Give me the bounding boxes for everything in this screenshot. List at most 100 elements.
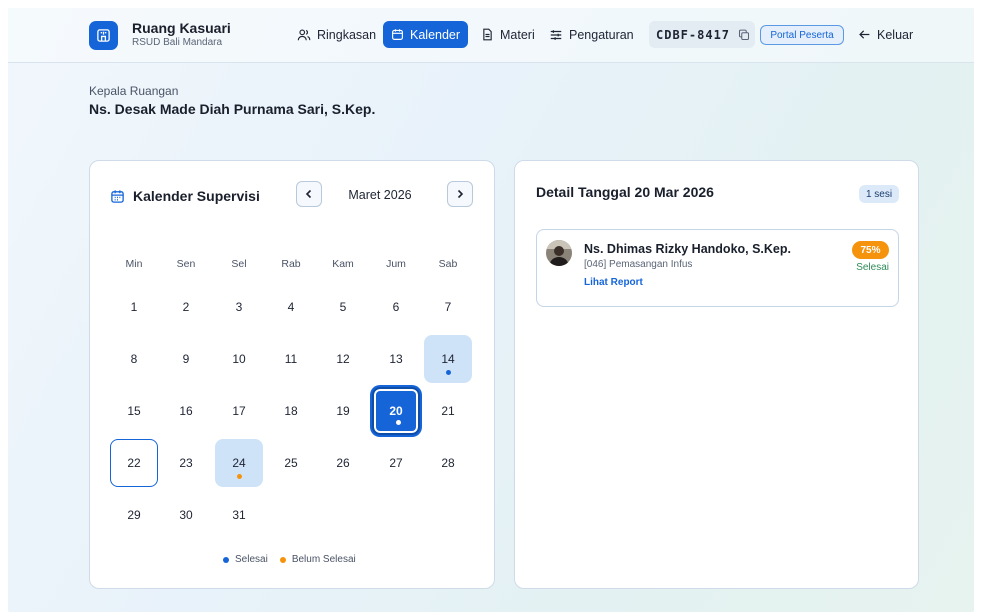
calendar-day-number: 21 xyxy=(441,404,455,418)
calendar-day[interactable]: 28 xyxy=(424,439,472,487)
weekday-label: Sel xyxy=(231,258,247,270)
calendar-title: Kalender Supervisi xyxy=(110,186,260,206)
calendar-day-number: 30 xyxy=(179,508,193,522)
calendar-day[interactable]: 18 xyxy=(267,387,315,435)
nav-materi-label: Materi xyxy=(500,27,535,42)
calendar-day-number: 14 xyxy=(441,352,455,366)
calendar-day[interactable]: 3 xyxy=(215,283,263,331)
calendar-day-number: 29 xyxy=(127,508,141,522)
calendar-day[interactable]: 9 xyxy=(162,335,210,383)
calendar-day-number: 2 xyxy=(182,300,190,314)
sliders-icon xyxy=(550,29,562,40)
users-icon xyxy=(297,29,311,40)
calendar-day[interactable]: 29 xyxy=(110,491,158,539)
calendar-day-number: 15 xyxy=(127,404,141,418)
chevron-right-icon xyxy=(457,189,464,199)
prev-month-button[interactable] xyxy=(296,181,322,207)
nav-pengaturan-label: Pengaturan xyxy=(569,27,634,42)
calendar-day[interactable]: 1 xyxy=(110,283,158,331)
app-frame: Ruang Kasuari RSUD Bali Mandara Ringkasa… xyxy=(8,8,974,612)
weekday-label: Kam xyxy=(332,258,354,270)
copy-icon[interactable] xyxy=(738,29,750,41)
weekday-label: Sab xyxy=(438,258,458,270)
calendar-day[interactable]: 22 xyxy=(110,439,158,487)
document-icon xyxy=(483,28,492,41)
session-count-badge: 1 sesi xyxy=(859,185,899,203)
calendar-day[interactable]: 4 xyxy=(267,283,315,331)
calendar-day-number: 31 xyxy=(232,508,246,522)
month-label: Maret 2026 xyxy=(348,188,412,202)
nav-ringkasan-label: Ringkasan xyxy=(317,27,377,42)
calendar-day-number: 22 xyxy=(127,456,141,470)
session-score-badge: 75% xyxy=(852,241,889,259)
view-report-link[interactable]: Lihat Report xyxy=(584,277,643,288)
legend-dot-selesai xyxy=(223,556,229,563)
portal-peserta-button[interactable]: Portal Peserta xyxy=(760,25,844,45)
head-role-label: Kepala Ruangan xyxy=(89,84,179,98)
calendar-day[interactable]: 12 xyxy=(319,335,367,383)
session-dot xyxy=(396,420,401,425)
calendar-day-number: 19 xyxy=(336,404,350,418)
calendar-title-text: Kalender Supervisi xyxy=(133,188,260,204)
arrow-left-icon xyxy=(859,30,870,39)
room-code-chip: CDBF-8417 xyxy=(649,21,755,48)
calendar-icon xyxy=(111,189,124,203)
calendar-day[interactable]: 13 xyxy=(372,335,420,383)
legend-item-selesai: Selesai xyxy=(223,554,268,565)
legend-dot-belum-selesai xyxy=(279,556,286,563)
detail-title: Detail Tanggal 20 Mar 2026 xyxy=(536,184,714,200)
calendar-day[interactable]: 26 xyxy=(319,439,367,487)
calendar-day[interactable]: 27 xyxy=(372,439,420,487)
session-status: Selesai xyxy=(856,262,889,273)
calendar-day[interactable]: 2 xyxy=(162,283,210,331)
calendar-day[interactable]: 11 xyxy=(267,335,315,383)
calendar-day-number: 11 xyxy=(284,352,298,366)
weekday-label: Min xyxy=(125,258,143,270)
nav-kalender[interactable]: Kalender xyxy=(383,21,469,48)
nav-ringkasan[interactable]: Ringkasan xyxy=(297,21,376,48)
calendar-day[interactable]: 15 xyxy=(110,387,158,435)
logout-label: Keluar xyxy=(877,27,914,42)
calendar-day-number: 18 xyxy=(284,404,298,418)
calendar-day-number: 23 xyxy=(179,456,193,470)
nav-materi[interactable]: Materi xyxy=(481,21,535,48)
calendar-day[interactable]: 20 xyxy=(372,387,420,435)
session-item[interactable]: Ns. Dhimas Rizky Handoko, S.Kep. [046] P… xyxy=(536,229,899,307)
calendar-day[interactable]: 16 xyxy=(162,387,210,435)
session-dot xyxy=(446,370,451,375)
logout-button[interactable]: Keluar xyxy=(858,21,913,48)
session-topic: [046] Pemasangan Infus xyxy=(584,259,693,270)
calendar-day-number: 5 xyxy=(339,300,347,314)
calendar-day[interactable]: 21 xyxy=(424,387,472,435)
calendar-day[interactable]: 5 xyxy=(319,283,367,331)
calendar-day[interactable]: 31 xyxy=(215,491,263,539)
calendar-day[interactable]: 19 xyxy=(319,387,367,435)
calendar-day-number: 8 xyxy=(130,352,138,366)
next-month-button[interactable] xyxy=(447,181,473,207)
calendar-day[interactable]: 30 xyxy=(162,491,210,539)
session-dot xyxy=(237,474,242,479)
calendar-day-number: 10 xyxy=(232,352,246,366)
avatar xyxy=(546,240,572,266)
calendar-day-number: 26 xyxy=(336,456,350,470)
calendar-day[interactable]: 24 xyxy=(215,439,263,487)
nav-pengaturan[interactable]: Pengaturan xyxy=(549,21,634,48)
session-participant-name: Ns. Dhimas Rizky Handoko, S.Kep. xyxy=(584,242,791,256)
calendar-day[interactable]: 25 xyxy=(267,439,315,487)
calendar-day-number: 27 xyxy=(389,456,403,470)
calendar-legend: Selesai Belum Selesai xyxy=(223,554,356,565)
calendar-day[interactable]: 7 xyxy=(424,283,472,331)
room-code: CDBF-8417 xyxy=(656,27,731,42)
calendar-day[interactable]: 14 xyxy=(424,335,472,383)
calendar-day[interactable]: 23 xyxy=(162,439,210,487)
weekday-label: Rab xyxy=(281,258,301,270)
calendar-day[interactable]: 10 xyxy=(215,335,263,383)
nav-kalender-label: Kalender xyxy=(410,27,461,42)
calendar-day[interactable]: 6 xyxy=(372,283,420,331)
calendar-day-number: 3 xyxy=(235,300,243,314)
calendar-day[interactable]: 8 xyxy=(110,335,158,383)
calendar-day[interactable]: 17 xyxy=(215,387,263,435)
calendar-day-number: 28 xyxy=(441,456,455,470)
calendar-day-number: 17 xyxy=(232,404,246,418)
calendar-card: Kalender Supervisi Maret 2026 Min Sen Sel R… xyxy=(89,160,495,589)
